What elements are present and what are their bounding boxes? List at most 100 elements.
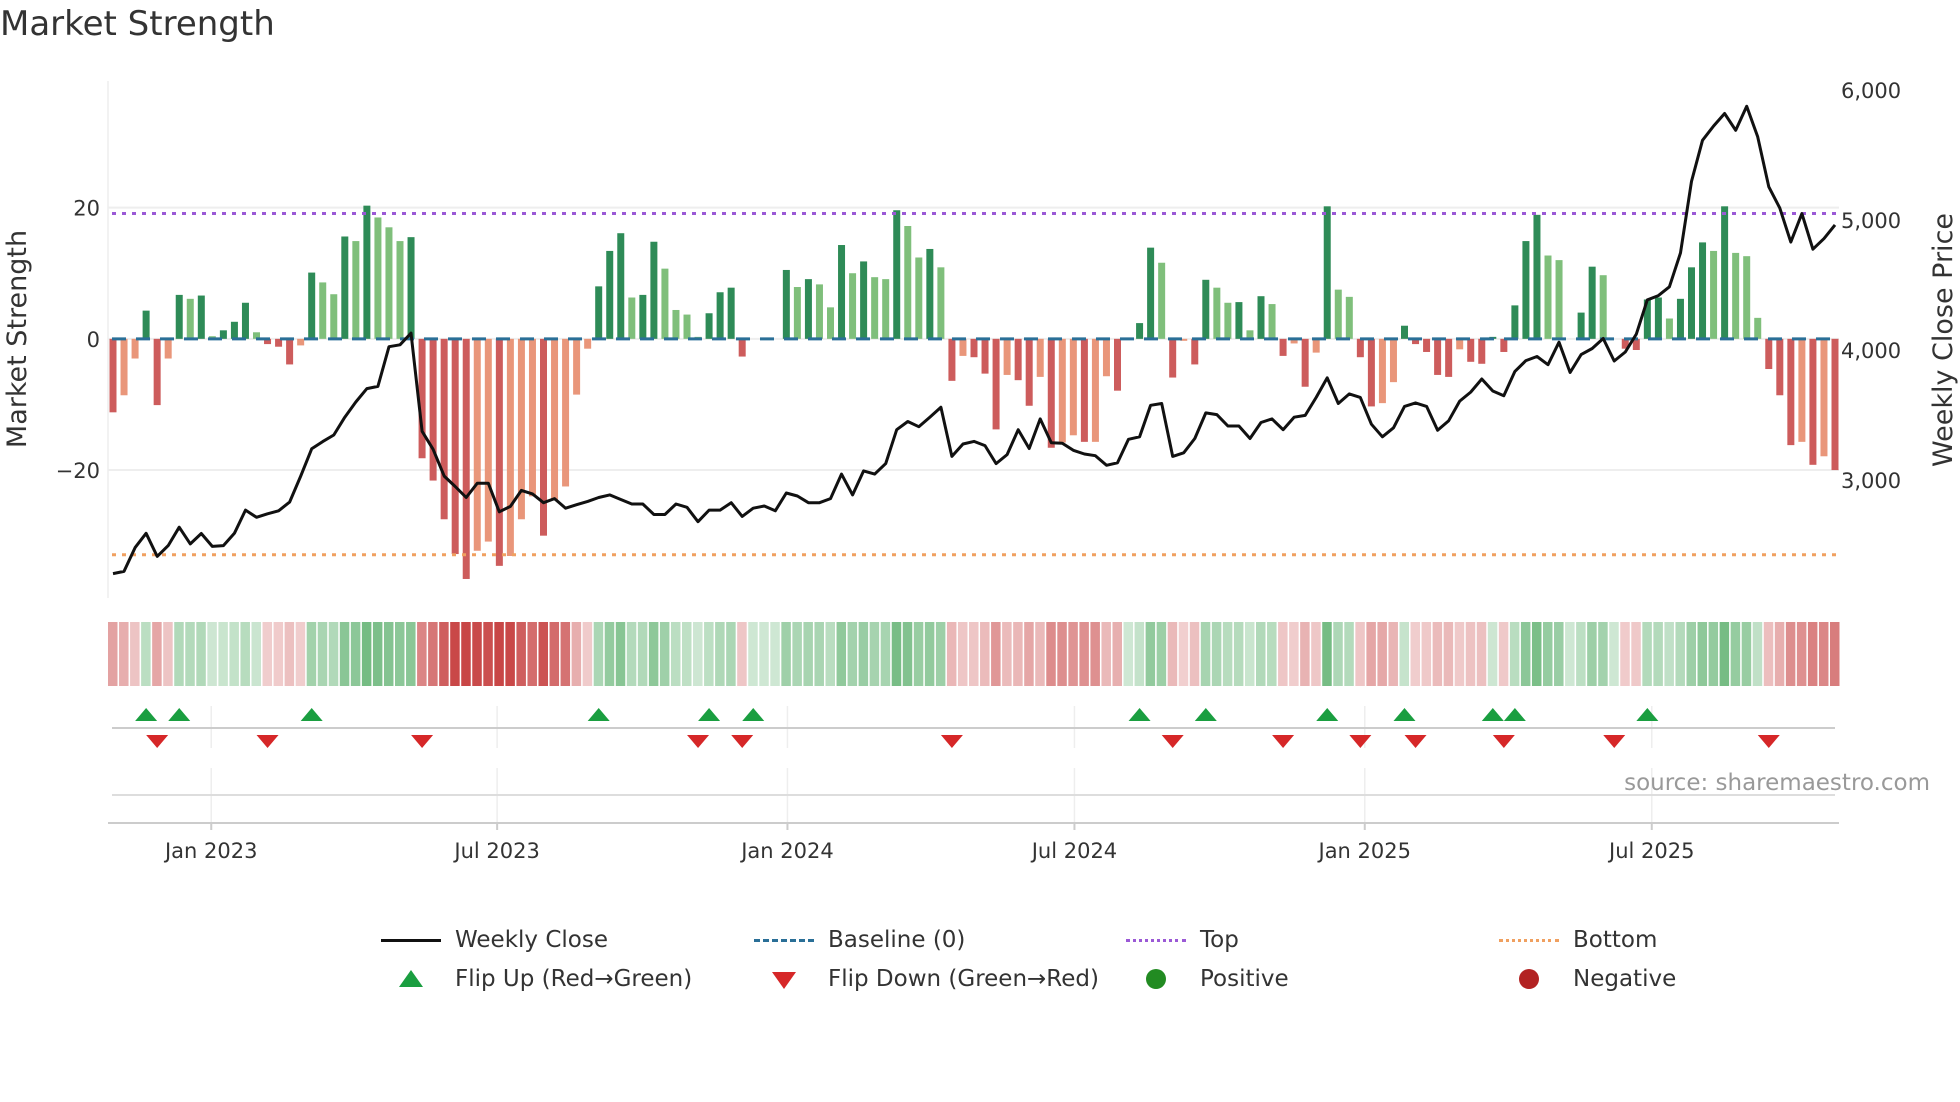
legend-item-baseline: Baseline (0) [754,922,965,958]
heat-cell [957,622,968,686]
heat-cell [1145,622,1156,686]
heat-cell [1167,622,1178,686]
heat-cell [174,622,184,686]
heat-cell [1421,622,1432,686]
strength-bar [473,338,481,551]
heat-cell [483,622,493,686]
x-tick-label: Jul 2025 [1607,839,1694,863]
legend-label: Weekly Close [455,927,608,953]
x-tick-label: Jul 2024 [1030,839,1117,863]
dotted-line-swatch-icon [1126,939,1186,942]
heat-cell [240,622,250,686]
heat-cell [1013,622,1023,686]
y-tick-label: 20 [73,197,100,221]
heat-cell [693,622,703,686]
heat-cell [383,622,394,686]
heat-cell [1233,622,1244,686]
heat-cell [737,622,747,686]
flip-up-marker [300,708,323,721]
strength-bar [1754,317,1762,339]
strength-bar [1003,338,1011,375]
heat-cell [560,622,571,686]
y2-axis-label: Weekly Close Price [1928,213,1959,467]
heat-cell [1785,622,1796,686]
strength-bar [838,245,846,339]
strength-bar [1445,338,1453,377]
strength-bar [1169,338,1177,378]
heat-cell [1256,622,1266,686]
strength-bar [131,338,139,359]
legend-item-top: Top [1126,922,1239,958]
strength-bar [1699,242,1707,339]
heat-cell [858,622,869,686]
heat-cell [1476,622,1487,686]
heat-cell [295,622,306,686]
x-tick-label: Jan 2025 [1317,839,1412,863]
strength-bar [374,217,382,339]
circle-icon [1146,969,1166,989]
strength-bar [871,277,879,339]
strength-bar [782,269,790,339]
strength-bar [1257,296,1265,339]
heat-cell [1344,622,1354,686]
heat-cell [1410,622,1421,686]
strength-bar [495,338,503,566]
heat-cell [1498,622,1509,686]
flip-down-marker [940,735,963,748]
heat-cell [1818,622,1829,686]
strength-bar [617,233,625,339]
legend-label: Bottom [1573,927,1658,953]
strength-bar [164,338,172,359]
strength-bar [683,314,691,339]
strength-bar [1533,214,1541,339]
strength-bar [1136,323,1144,339]
heat-cell [1752,622,1763,686]
flip-down-marker [687,735,710,748]
strength-bar [363,205,371,339]
heat-cell [108,622,118,686]
flip-up-marker [1636,708,1659,721]
heat-cell [1189,622,1200,686]
strength-bar [1732,252,1740,339]
heat-cell [1509,622,1520,686]
heat-cell [1311,622,1321,686]
heat-cell [1830,622,1840,686]
strength-bar [1025,338,1033,406]
strength-bar [573,338,581,395]
flip-up-marker [742,708,765,721]
heat-cell [461,622,471,686]
heat-cell [1079,622,1089,686]
heat-cell [1730,622,1741,686]
heat-cell [1719,622,1730,686]
heat-cell [902,622,913,686]
heat-cell [1123,622,1134,686]
strength-bar [650,241,658,339]
strength-bar [1389,338,1397,383]
strength-bar [186,298,194,339]
heat-cell [670,622,681,686]
strength-bar [1798,338,1806,442]
heat-cell [1211,622,1222,686]
heat-cell [417,622,427,686]
legend-label: Top [1200,927,1239,953]
strength-bar [1555,260,1563,339]
strength-bar [1268,304,1276,339]
heat-cell [185,622,195,686]
strength-bar [1147,247,1155,339]
heat-cell [1543,622,1553,686]
heat-cell [350,622,361,686]
heat-cell [1244,622,1255,686]
level-lines [112,212,1836,557]
heat-cell [1774,622,1785,686]
heat-cell [1487,622,1498,686]
heat-cell [582,622,593,686]
heat-cell [1366,622,1376,686]
strength-bar [937,267,945,339]
heat-cell [1024,622,1034,686]
strength-bar [981,338,989,374]
strength-bar [595,286,603,339]
heat-cell [196,622,206,686]
heat-cell [814,622,824,686]
flip-up-marker [1393,708,1416,721]
strength-bar [540,338,547,536]
